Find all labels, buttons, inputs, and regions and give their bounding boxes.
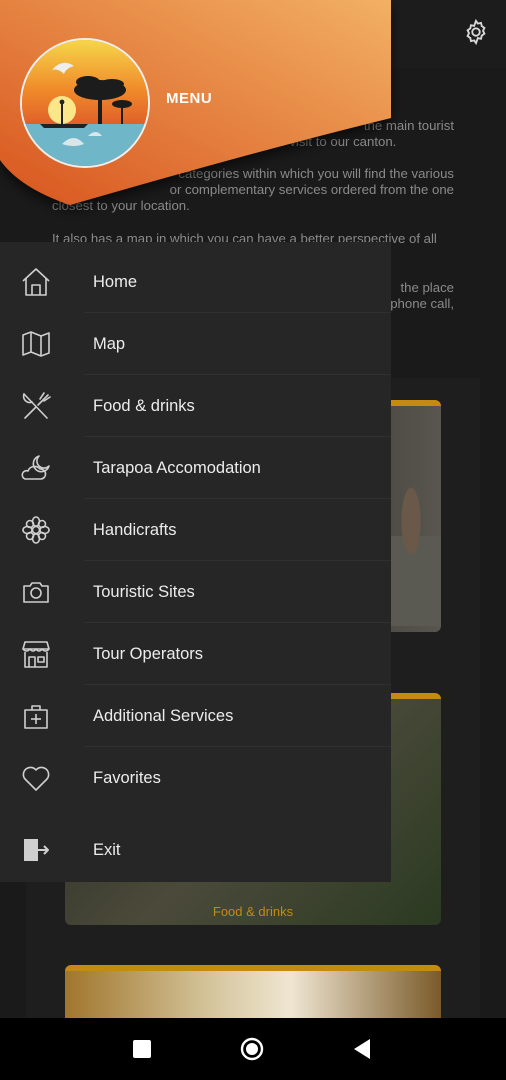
settings-gear-icon[interactable] (462, 18, 490, 46)
drawer-item-label: Additional Services (93, 707, 234, 725)
heart-icon (22, 766, 50, 791)
map-icon (22, 331, 50, 357)
medical-bag-icon (24, 705, 48, 729)
drawer-menu-title: MENU (166, 90, 213, 107)
drawer-item-label: Tour Operators (93, 645, 204, 663)
drawer-item-map[interactable]: Map (0, 313, 391, 375)
drawer-item-favorites[interactable]: Favorites (0, 747, 391, 809)
store-icon (22, 641, 50, 668)
drawer-item-label: Tarapoa Accomodation (93, 459, 261, 477)
exit-icon (24, 839, 49, 861)
drawer-item-label: Favorites (93, 769, 161, 787)
drawer-item-tarapoa-accomodation[interactable]: Tarapoa Accomodation (0, 437, 391, 499)
flower-icon (22, 516, 50, 544)
navigation-drawer: Home Map Food & drinks Tarapoa Accomodat… (0, 242, 391, 882)
drawer-item-label: Food & drinks (93, 397, 195, 415)
fork-knife-icon (22, 392, 51, 419)
back-button-icon[interactable] (352, 1037, 372, 1061)
drawer-item-label: Map (93, 335, 126, 353)
card-label: Food & drinks (212, 904, 294, 919)
drawer-item-touristic-sites[interactable]: Touristic Sites (0, 561, 391, 623)
home-icon (22, 268, 50, 296)
app-logo (20, 38, 150, 168)
drawer-item-additional-services[interactable]: Additional Services (0, 685, 391, 747)
recents-button-icon[interactable] (133, 1040, 151, 1058)
drawer-item-label: Handicrafts (93, 521, 177, 539)
drawer-item-exit[interactable]: Exit (0, 819, 391, 881)
drawer-item-tour-operators[interactable]: Tour Operators (0, 623, 391, 685)
drawer-item-label: Touristic Sites (93, 583, 195, 601)
drawer-item-home[interactable]: Home (0, 251, 391, 313)
camera-icon (23, 582, 49, 603)
drawer-item-handicrafts[interactable]: Handicrafts (0, 499, 391, 561)
moon-cloud-icon (21, 455, 50, 480)
home-button-icon[interactable] (240, 1037, 264, 1061)
drawer-item-label: Exit (93, 841, 121, 859)
drawer-item-label: Home (93, 273, 138, 291)
drawer-item-food-drinks[interactable]: Food & drinks (0, 375, 391, 437)
